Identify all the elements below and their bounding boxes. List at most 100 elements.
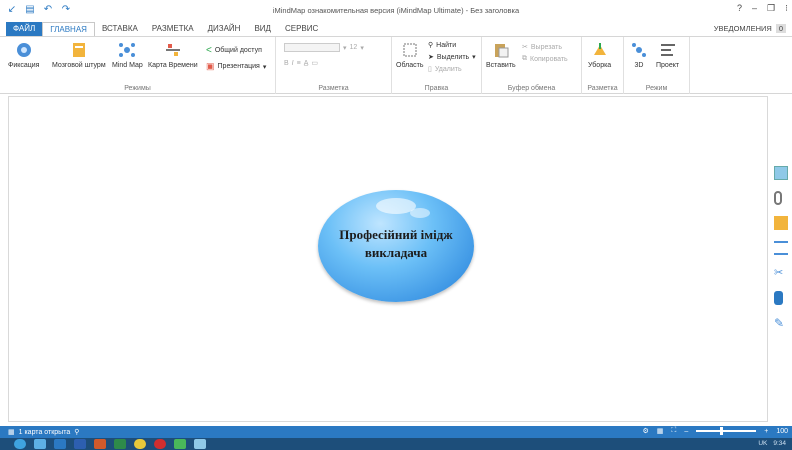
paperclip-icon[interactable]: [774, 191, 782, 205]
explorer-icon[interactable]: [54, 439, 66, 449]
share-icon: <: [206, 45, 212, 56]
chevron-down-icon: ▾: [360, 44, 364, 52]
share-button[interactable]: < Общий доступ: [206, 45, 262, 56]
chrome-icon[interactable]: [134, 439, 146, 449]
window-title: iMindMap ознакомительная версия (iMindMa…: [272, 6, 520, 15]
grid-icon[interactable]: ▦: [657, 427, 664, 435]
central-topic-text: Професійний імідж викладача: [339, 227, 453, 260]
align-icon[interactable]: ≡: [297, 60, 301, 67]
fit-icon[interactable]: ⛶: [671, 427, 676, 435]
opera-icon[interactable]: [154, 439, 166, 449]
tab-file[interactable]: ФАЙЛ: [6, 22, 43, 36]
tab-insert[interactable]: ВСТАВКА: [95, 22, 145, 36]
mind-map-button[interactable]: Mind Map: [112, 41, 143, 69]
minimize-icon[interactable]: –: [752, 3, 757, 14]
open-maps-count: 1 карта открыта: [18, 428, 71, 436]
word-icon[interactable]: [74, 439, 86, 449]
mind-map-icon: [119, 43, 136, 57]
chevron-down-icon: ▾: [343, 44, 347, 52]
zoom-out-icon[interactable]: –: [684, 428, 688, 435]
3d-button[interactable]: 3D: [630, 41, 648, 69]
group-mode: 3D Проект Режим: [624, 37, 690, 94]
group-layout: ▾ 12 ▾ B I ≡ A̲ ▭ Разметка: [276, 37, 392, 94]
search-icon: ⚲: [428, 42, 434, 49]
3d-icon: [632, 43, 646, 57]
clock[interactable]: 9:34: [773, 440, 786, 447]
excel-icon[interactable]: [114, 439, 126, 449]
cut-button[interactable]: ✂ Вырезать: [522, 43, 562, 52]
area-button[interactable]: Область: [396, 41, 423, 69]
find-button[interactable]: ⚲ Найти: [428, 41, 456, 50]
project-button[interactable]: Проект: [656, 41, 679, 69]
paste-icon: [494, 44, 509, 58]
more-icon[interactable]: ⁝: [785, 3, 788, 14]
start-icon[interactable]: [14, 439, 26, 449]
list-icon[interactable]: [774, 241, 788, 255]
image-icon[interactable]: [774, 166, 788, 180]
notifications-count: 0: [775, 24, 786, 33]
delete-button[interactable]: ▯ Удалить: [428, 65, 462, 74]
highlight-icon[interactable]: ▭: [311, 59, 318, 67]
browser-icon[interactable]: [34, 439, 46, 449]
map-icon: ▦: [8, 429, 15, 436]
presentation-button[interactable]: ▣ Презентация ▾: [206, 61, 266, 72]
group-layout-label: Разметка: [318, 85, 349, 92]
pin-icon[interactable]: ⚲: [74, 428, 79, 436]
marker-icon[interactable]: [774, 291, 783, 305]
area-icon: [403, 43, 417, 57]
window-controls: ? – ❐ ⁝: [737, 3, 788, 14]
font-select[interactable]: ▾ 12 ▾: [284, 43, 364, 52]
tab-layout[interactable]: РАЗМЕТКА: [145, 22, 201, 36]
ribbon: Фиксация Мозговой штурм Mind Map Карта В…: [0, 36, 792, 94]
scissors-icon[interactable]: ✂: [774, 266, 788, 280]
font-size-field[interactable]: 12: [350, 44, 358, 51]
group-mode-label: Режим: [645, 85, 668, 92]
chevron-down-icon: ▾: [472, 54, 476, 61]
tab-home[interactable]: ГЛАВНАЯ: [42, 22, 95, 36]
imindmap-icon[interactable]: [174, 439, 186, 449]
language-indicator[interactable]: UK: [758, 440, 767, 447]
notifications[interactable]: УВЕДОМЛЕНИЯ 0: [714, 24, 786, 33]
project-icon: [660, 44, 675, 56]
tidy-button[interactable]: Уборка: [588, 41, 611, 69]
title-bar: ↙ ▤ ↶ ↷ iMindMap ознакомительная версия …: [0, 0, 792, 22]
zoom-in-icon[interactable]: +: [764, 428, 768, 435]
group-layout2: Уборка Разметка: [582, 37, 624, 94]
icons-icon[interactable]: [774, 216, 788, 230]
brainstorm-button[interactable]: Мозговой штурм: [52, 41, 106, 69]
italic-icon[interactable]: I: [292, 60, 294, 67]
color-underline-icon[interactable]: A̲: [304, 60, 309, 67]
tab-tools[interactable]: СЕРВИС: [278, 22, 325, 36]
central-topic[interactable]: Професійний імідж викладача: [318, 190, 474, 302]
taskbar-items: [14, 439, 206, 449]
zoom-thumb[interactable]: [720, 427, 724, 435]
scissors-icon: ✂: [522, 44, 528, 51]
format-controls: B I ≡ A̲ ▭: [284, 59, 318, 68]
group-clipboard-label: Буфер обмена: [507, 85, 556, 92]
timeline-button[interactable]: Карта Времени: [148, 41, 198, 69]
copy-button[interactable]: ⧉ Копировать: [522, 55, 568, 63]
status-bar: ▦ 1 карта открыта ⚲ ⚙ ▦ ⛶ – + 100: [0, 426, 792, 438]
select-button[interactable]: ➤ Выделить ▾: [428, 53, 476, 62]
status-left: ▦ 1 карта открыта ⚲: [8, 428, 79, 437]
windows-taskbar: UK 9:34: [0, 438, 792, 450]
restore-icon[interactable]: ❐: [767, 3, 775, 14]
zoom-slider[interactable]: [696, 427, 757, 435]
paste-button[interactable]: Вставить: [486, 41, 516, 69]
powerpoint-icon[interactable]: [94, 439, 106, 449]
group-clipboard: Вставить ✂ Вырезать ⧉ Копировать Буфер о…: [482, 37, 582, 94]
app-icon[interactable]: [194, 439, 206, 449]
delete-icon: ▯: [428, 66, 432, 73]
help-icon[interactable]: ?: [737, 3, 742, 14]
timeline-icon: [165, 44, 180, 56]
status-right: ⚙ ▦ ⛶ – + 100: [643, 427, 788, 435]
bold-icon[interactable]: B: [284, 60, 289, 67]
tidy-status-icon[interactable]: ⚙: [643, 427, 649, 435]
fixation-button[interactable]: Фиксация: [8, 41, 39, 69]
chevron-down-icon: ▾: [262, 63, 267, 71]
tab-view[interactable]: ВИД: [247, 22, 278, 36]
fixation-icon: [16, 43, 31, 57]
tab-design[interactable]: ДИЗАЙН: [201, 22, 248, 36]
pen-icon[interactable]: ✎: [774, 316, 788, 330]
brainstorm-icon: [72, 43, 85, 57]
